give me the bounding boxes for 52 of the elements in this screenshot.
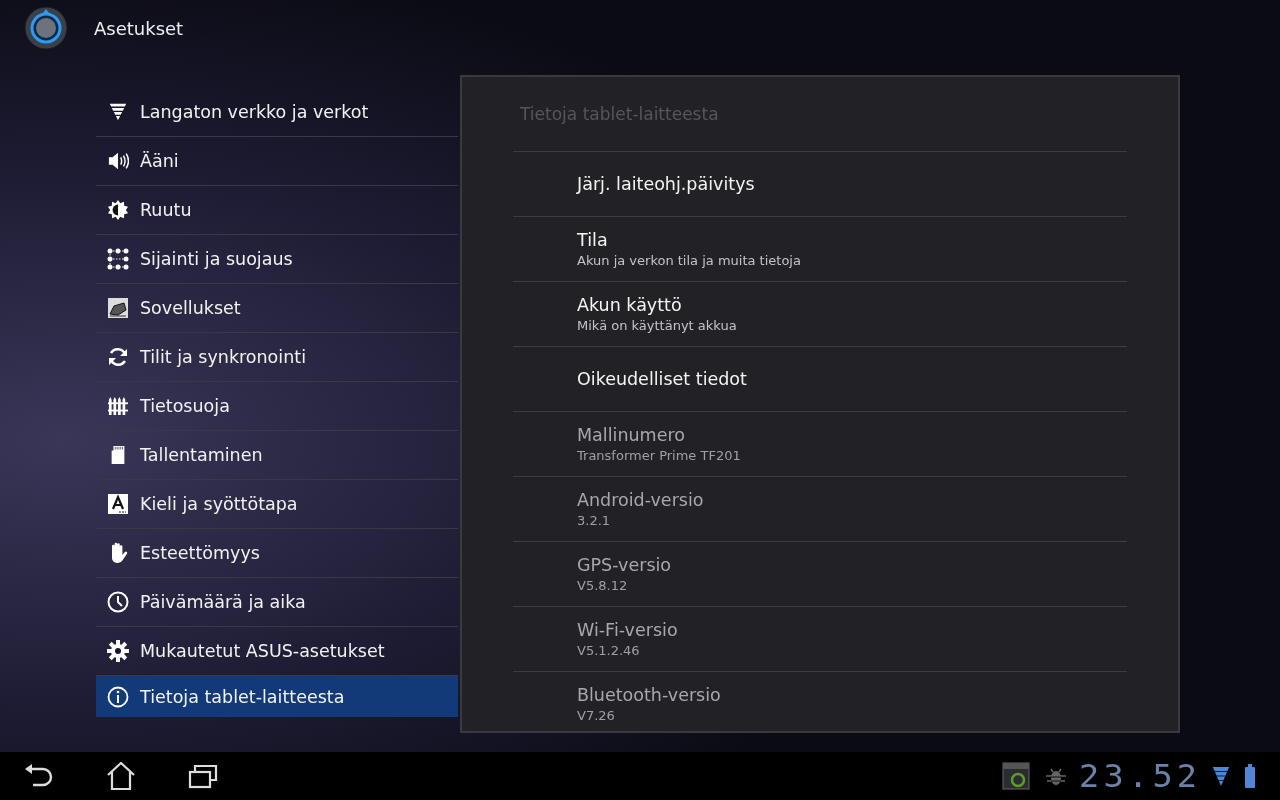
preference-title: GPS-versio <box>577 555 673 575</box>
settings-category-item[interactable]: Kieli ja syöttötapa <box>96 480 458 529</box>
settings-category-item[interactable]: Tietoja tablet-laitteesta <box>96 676 458 717</box>
preference-title: Tila <box>577 230 609 250</box>
wifi-icon <box>108 102 128 122</box>
preference-title: Bluetooth-versio <box>577 685 722 705</box>
apps-icon <box>107 297 129 319</box>
preference-row[interactable]: Tila Akun ja verkon tila ja muita tietoja <box>513 217 1127 282</box>
sync-notification-icon <box>1001 762 1030 790</box>
preference-title: Oikeudelliset tiedot <box>577 369 748 389</box>
preference-summary: V5.1.2.46 <box>577 643 641 658</box>
keyboard-letter-icon <box>107 493 129 515</box>
info-icon <box>107 685 129 708</box>
preference-row[interactable]: Järj. laiteohj.päivitys <box>513 152 1127 217</box>
settings-category-item[interactable]: Esteettömyys <box>96 529 458 578</box>
settings-category-item[interactable]: Ääni <box>96 137 458 186</box>
clock-icon <box>107 591 129 613</box>
preference-title: Akun käyttö <box>577 295 683 315</box>
home-icon[interactable] <box>106 762 136 790</box>
gear-icon <box>107 640 129 662</box>
brightness-icon <box>108 200 128 220</box>
preference-title: Mallinumero <box>577 425 686 445</box>
speaker-icon <box>107 151 129 171</box>
back-icon[interactable] <box>24 763 54 789</box>
settings-category-item[interactable]: Päivämäärä ja aika <box>96 578 458 627</box>
recent-apps-icon[interactable] <box>188 763 218 789</box>
preference-summary: Mikä on käyttänyt akkua <box>577 318 738 333</box>
settings-category-item[interactable]: Tilit ja synkronointi <box>96 333 458 382</box>
battery-icon <box>1244 763 1256 789</box>
settings-category-item[interactable]: Ruutu <box>96 186 458 235</box>
preference-summary: V7.26 <box>577 708 616 723</box>
preference-title: Android-versio <box>577 490 705 510</box>
app-title: Asetukset <box>94 17 184 39</box>
settings-app-icon[interactable] <box>24 6 68 50</box>
preference-row[interactable]: Oikeudelliset tiedot <box>513 347 1127 412</box>
settings-category-item[interactable]: Tietosuoja <box>96 382 458 431</box>
preference-summary: V5.8.12 <box>577 578 629 593</box>
pattern-grid-icon <box>107 248 129 270</box>
preference-title: Järj. laiteohj.päivitys <box>577 174 756 194</box>
wifi-signal-icon <box>1212 764 1230 788</box>
status-clock: 23.52 <box>1078 757 1201 795</box>
preference-summary: Akun ja verkon tila ja muita tietoja <box>577 253 802 268</box>
preference-summary: 3.2.1 <box>577 513 612 528</box>
settings-category-item[interactable]: Tallentaminen <box>96 431 458 480</box>
settings-category-item[interactable]: Sovellukset <box>96 284 458 333</box>
preference-summary: Transformer Prime TF201 <box>577 448 742 463</box>
preference-row[interactable]: Akun käyttö Mikä on käyttänyt akkua <box>513 282 1127 347</box>
settings-category-item[interactable]: Sijainti ja suojaus <box>96 235 458 284</box>
settings-category-item[interactable]: Langaton verkko ja verkot <box>96 88 458 137</box>
fence-icon <box>108 396 128 416</box>
preference-title: Wi-Fi-versio <box>577 620 679 640</box>
sync-icon <box>107 346 129 368</box>
